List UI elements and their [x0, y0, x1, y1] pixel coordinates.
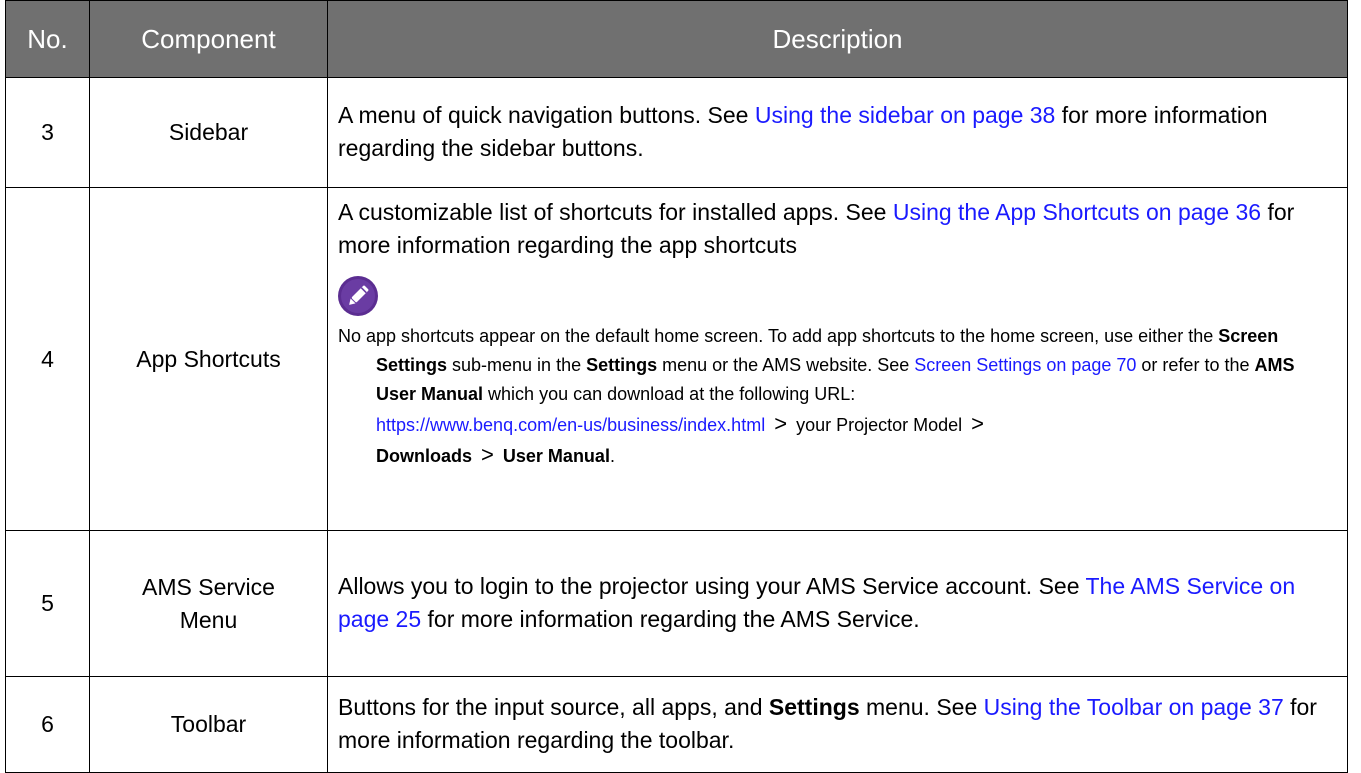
description-cell: A menu of quick navigation buttons. See …	[327, 77, 1348, 188]
description-text: Buttons for the input source, all apps, …	[338, 693, 769, 720]
bold-settings: Settings	[586, 355, 658, 375]
description-text: Allows you to login to the projector usi…	[338, 572, 1086, 599]
toolbar-page-link[interactable]: Using the Toolbar on page 37	[984, 694, 1284, 720]
description-text: A customizable list of shortcuts for ins…	[338, 199, 893, 225]
table-row: 6 Toolbar Buttons for the input source, …	[5, 676, 1348, 773]
header-no: No.	[5, 0, 90, 78]
row-number: 3	[5, 77, 90, 188]
path-separator: >	[971, 411, 985, 436]
bold-user-manual: User Manual	[502, 446, 610, 466]
table-row: 4 App Shortcuts A customizable list of s…	[5, 187, 1348, 531]
screen-settings-page-link[interactable]: Screen Settings on page 70	[914, 355, 1136, 375]
path-separator: >	[481, 442, 494, 467]
table-row: 3 Sidebar A menu of quick navigation but…	[5, 77, 1348, 188]
app-shortcuts-page-link[interactable]: Using the App Shortcuts on page 36	[893, 199, 1261, 225]
bold-settings: Settings	[768, 693, 860, 720]
bold-downloads: Downloads	[376, 446, 473, 466]
description-paragraph: A customizable list of shortcuts for ins…	[338, 196, 1339, 262]
description-cell: A customizable list of shortcuts for ins…	[327, 187, 1348, 531]
note-text: No app shortcuts appear on the default h…	[338, 326, 1295, 467]
pencil-note-icon	[338, 276, 378, 316]
component-name: Sidebar	[89, 77, 328, 188]
path-separator: >	[774, 411, 788, 436]
row-number: 4	[5, 187, 90, 531]
note-block: No app shortcuts appear on the default h…	[338, 276, 1339, 471]
table-header-row: No. Component Description	[5, 0, 1348, 78]
description-text: A menu of quick navigation buttons. See	[338, 101, 755, 128]
benq-url-link[interactable]: https://www.benq.com/en-us/business/inde…	[376, 415, 765, 435]
header-description: Description	[327, 0, 1348, 78]
description-cell: Allows you to login to the projector usi…	[327, 530, 1348, 677]
table-row: 5 AMS Service Menu Allows you to login t…	[5, 530, 1348, 677]
description-text: for more information regarding the AMS S…	[421, 605, 920, 632]
row-number: 5	[5, 530, 90, 677]
component-name: AMS Service Menu	[89, 530, 328, 677]
component-name: Toolbar	[89, 676, 328, 773]
component-name: App Shortcuts	[89, 187, 328, 531]
component-table: No. Component Description 3 Sidebar A me…	[5, 0, 1348, 773]
header-component: Component	[89, 0, 328, 78]
description-cell: Buttons for the input source, all apps, …	[327, 676, 1348, 773]
description-text: menu. See	[859, 693, 984, 720]
row-number: 6	[5, 676, 90, 773]
sidebar-page-link[interactable]: Using the sidebar on page 38	[755, 102, 1056, 128]
